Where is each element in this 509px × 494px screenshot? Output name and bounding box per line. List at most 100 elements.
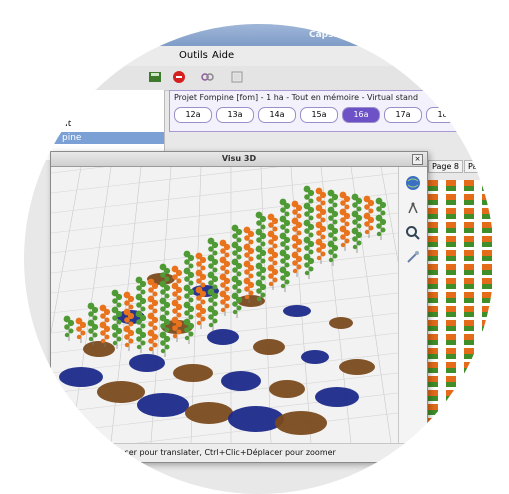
3d-scene-canvas[interactable]: [51, 167, 398, 443]
tree-foliage: [76, 326, 82, 332]
step-button[interactable]: 15a: [300, 107, 338, 123]
tree-crown-shadow: [137, 393, 189, 417]
tree-foliage: [152, 308, 158, 314]
zoom-icon[interactable]: [405, 225, 421, 241]
save-icon[interactable]: [148, 70, 162, 84]
tree-foliage: [164, 310, 170, 316]
tree-foliage: [184, 335, 190, 341]
tree-crown-shadow: [185, 402, 233, 424]
tree-foliage: [296, 230, 302, 236]
tree-item[interactable]: ut: [62, 118, 71, 130]
tree-foliage: [220, 299, 226, 305]
tree-foliage: [260, 224, 266, 230]
tree-crown-shadow: [83, 341, 115, 357]
tools-icon[interactable]: [200, 70, 214, 84]
tree-foliage: [268, 222, 274, 228]
tree-foliage: [208, 280, 214, 286]
tree-foliage: [188, 314, 194, 320]
tree-foliage: [308, 215, 314, 221]
step-button-selected[interactable]: 16a: [342, 107, 380, 123]
tree-foliage: [232, 250, 238, 256]
step-button[interactable]: 17a: [384, 107, 422, 123]
tree-foliage: [140, 306, 146, 312]
tree-foliage: [212, 284, 218, 290]
menu-bar: Outils Aide: [24, 46, 494, 67]
tree-foliage: [176, 278, 182, 284]
tree-item-selected[interactable]: pine: [24, 132, 164, 144]
tree-crown-shadow: [283, 305, 311, 317]
tree-foliage: [76, 334, 82, 340]
menu-aide[interactable]: Aide: [212, 50, 234, 61]
tree-foliage: [364, 221, 370, 227]
tree-foliage: [296, 264, 302, 270]
tree-item[interactable]: e: [62, 104, 68, 116]
tree-foliage: [292, 209, 298, 215]
tree-crown-shadow: [315, 387, 359, 407]
tree-foliage: [88, 336, 94, 342]
tree-foliage: [172, 308, 178, 314]
tree-foliage: [304, 211, 310, 217]
visu-3d-window: Visu 3D × Shift+Clic+Déplacer pour trans…: [50, 151, 428, 463]
close-icon[interactable]: ×: [412, 154, 423, 165]
globe-icon[interactable]: [405, 175, 421, 191]
status-text: Shift+Clic+Déplacer pour translater, Ctr…: [55, 448, 336, 457]
tree-crown-shadow: [253, 339, 285, 355]
tree-foliage: [224, 303, 230, 309]
step-button[interactable]: 18a: [426, 107, 464, 123]
rotate-icon[interactable]: [405, 201, 421, 217]
tree-foliage: [280, 241, 286, 247]
visu-3d-title: Visu 3D: [51, 152, 427, 167]
tree-crown-shadow: [129, 354, 165, 372]
window-icon[interactable]: [230, 70, 244, 84]
pan-icon[interactable]: [405, 249, 421, 265]
tree-foliage: [232, 284, 238, 290]
tree-foliage: [92, 315, 98, 321]
tree-foliage: [268, 281, 274, 287]
tree-foliage: [232, 309, 238, 315]
tree-foliage: [124, 317, 130, 323]
tree-foliage: [280, 275, 286, 281]
tree-foliage: [200, 282, 206, 288]
tree-foliage: [164, 276, 170, 282]
tree-foliage: [376, 206, 382, 212]
background-stand-view: [424, 180, 494, 494]
tab-page-8[interactable]: Page 8: [428, 160, 463, 173]
stop-icon[interactable]: [172, 70, 186, 84]
tree-foliage: [328, 198, 334, 204]
tree-foliage: [200, 316, 206, 322]
tree-foliage: [248, 290, 254, 296]
tree-foliage: [140, 289, 146, 295]
tree-column: [446, 180, 456, 494]
tree-foliage: [188, 263, 194, 269]
tree-foliage: [152, 342, 158, 348]
tree-foliage: [272, 260, 278, 266]
tree-crown-shadow: [269, 380, 305, 398]
tree-foliage: [128, 321, 134, 327]
tree-foliage: [124, 342, 130, 348]
tree-foliage: [196, 261, 202, 267]
tree-foliage: [340, 217, 346, 223]
project-title: Projet Fompine [fom] - 1 ha - Tout en mé…: [174, 93, 419, 102]
tree-foliage: [332, 253, 338, 259]
tab-page-9[interactable]: Page 9: [464, 160, 494, 173]
tree-foliage: [208, 322, 214, 328]
tree-foliage: [320, 200, 326, 206]
tree-foliage: [208, 263, 214, 269]
tree-foliage: [208, 297, 214, 303]
tree-foliage: [220, 248, 226, 254]
step-button[interactable]: 12a: [174, 107, 212, 123]
tree-foliage: [148, 321, 154, 327]
menu-outils[interactable]: Outils: [179, 50, 208, 61]
tree-foliage: [304, 194, 310, 200]
tree-foliage: [196, 320, 202, 326]
tree-foliage: [128, 304, 134, 310]
tree-foliage: [164, 344, 170, 350]
tree-foliage: [200, 265, 206, 271]
step-button[interactable]: 13a: [216, 107, 254, 123]
tree-foliage: [352, 244, 358, 250]
tree-foliage: [256, 296, 262, 302]
step-button[interactable]: 14a: [258, 107, 296, 123]
tree-foliage: [224, 269, 230, 275]
tree-foliage: [172, 274, 178, 280]
magnified-screenshot: Capsis 4.2 Outils Aide e ut pine Projet …: [24, 24, 494, 494]
